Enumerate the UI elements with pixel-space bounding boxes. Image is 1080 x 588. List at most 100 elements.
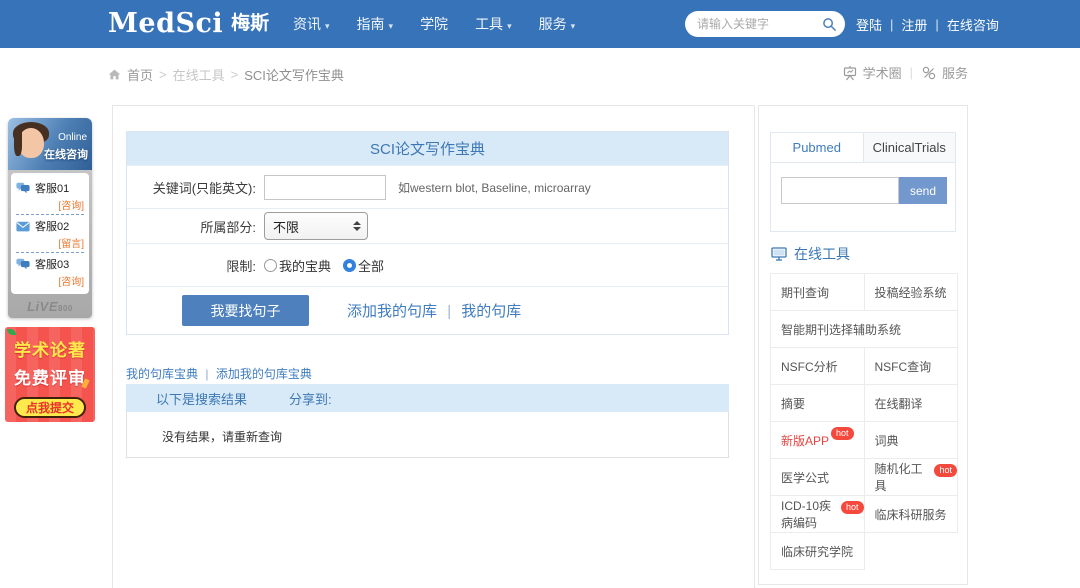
online-tools-heading: 在线工具 bbox=[771, 244, 850, 264]
online-tools-table: 期刊查询投稿经验系统智能期刊选择辅助系统NSFC分析NSFC查询摘要在线翻译新版… bbox=[770, 273, 958, 570]
top-header: MedSci梅斯 资讯▾指南▾学院工具▾服务▾ 登陆|注册|在线咨询 bbox=[0, 0, 1080, 48]
agent-action-link[interactable]: [留言] bbox=[16, 235, 84, 250]
pubmed-search-input[interactable] bbox=[781, 177, 899, 204]
medsci-logo[interactable]: MedSci梅斯 bbox=[108, 8, 269, 39]
free-review-banner[interactable]: 学术论著 免费评审 点我提交 bbox=[5, 327, 95, 422]
tool-link[interactable]: 摘要 bbox=[771, 385, 865, 422]
nav-item-3[interactable]: 工具▾ bbox=[475, 14, 512, 34]
tool-link[interactable]: 期刊查询 bbox=[771, 274, 865, 311]
tool-row-3: 摘要在线翻译 bbox=[771, 385, 958, 422]
breadcrumb-separator: > bbox=[231, 67, 239, 82]
radio-all[interactable]: 全部 bbox=[343, 256, 384, 275]
search-input[interactable] bbox=[697, 17, 822, 31]
section-select[interactable]: 不限 bbox=[264, 212, 368, 240]
consult-agent-0: 客服01[咨询] bbox=[16, 177, 84, 215]
tab-clinicaltrials[interactable]: ClinicalTrials bbox=[863, 133, 956, 162]
breadcrumb-tools[interactable]: 在线工具 bbox=[173, 65, 225, 84]
keyword-label: 关键词(只能英文): bbox=[127, 178, 264, 197]
mail-icon bbox=[16, 221, 30, 232]
nav-item-2[interactable]: 学院 bbox=[420, 14, 448, 34]
nav-item-4[interactable]: 服务▾ bbox=[539, 14, 576, 34]
breadcrumb: 首页 > 在线工具 > SCI论文写作宝典 bbox=[108, 65, 344, 84]
radio-icon bbox=[264, 259, 277, 272]
breadcrumb-bar: 首页 > 在线工具 > SCI论文写作宝典 学术圈 | 服务 bbox=[0, 48, 1080, 98]
nav-item-1[interactable]: 指南▾ bbox=[357, 14, 394, 34]
presentation-board-icon bbox=[842, 65, 858, 81]
consult-agent-1: 客服02[留言] bbox=[16, 215, 84, 253]
agent-action-link[interactable]: [咨询] bbox=[16, 197, 84, 212]
nav-item-0[interactable]: 资讯▾ bbox=[293, 14, 330, 34]
breadcrumb-separator: > bbox=[159, 67, 167, 82]
home-icon[interactable] bbox=[108, 68, 121, 81]
results-header-label: 以下是搜索结果 bbox=[156, 389, 247, 408]
send-button[interactable]: send bbox=[899, 177, 947, 204]
tool-row-7: 临床研究学院 bbox=[771, 533, 958, 570]
logo-text-cn: 梅斯 bbox=[231, 13, 269, 34]
tool-link[interactable]: 词典 bbox=[865, 422, 959, 459]
search-icon[interactable] bbox=[822, 17, 837, 32]
section-row: 所属部分: 不限 bbox=[127, 208, 728, 243]
limit-row: 限制: 我的宝典 全部 bbox=[127, 243, 728, 286]
tool-link[interactable]: 智能期刊选择辅助系统 bbox=[771, 311, 958, 348]
tool-row-5: 医学公式随机化工具hot bbox=[771, 459, 958, 496]
tool-cell-empty bbox=[865, 533, 959, 570]
radio-my-treasury[interactable]: 我的宝典 bbox=[264, 256, 331, 275]
academic-circle-link[interactable]: 学术圈 bbox=[842, 63, 902, 82]
consult-agent-2: 客服03[咨询] bbox=[16, 253, 84, 290]
form-title: SCI论文写作宝典 bbox=[127, 132, 728, 165]
right-sidebar: Pubmed ClinicalTrials send 在线工具 期刊查询投稿经验… bbox=[758, 105, 968, 585]
chat-bubble-icon bbox=[16, 258, 30, 270]
tool-link[interactable]: 临床研究学院 bbox=[771, 533, 865, 570]
tool-row-2: NSFC分析NSFC查询 bbox=[771, 348, 958, 385]
section-label: 所属部分: bbox=[127, 217, 264, 236]
header-link-1[interactable]: 注册 bbox=[901, 15, 927, 34]
my-library-treasury-link[interactable]: 我的句库宝典 bbox=[126, 367, 198, 381]
agent-action-link[interactable]: [咨询] bbox=[16, 273, 84, 288]
tool-link[interactable]: 新版APPhot bbox=[771, 422, 865, 459]
service-label: 服务 bbox=[942, 63, 968, 82]
tool-link[interactable]: 随机化工具hot bbox=[865, 459, 959, 496]
header-links: 登陆|注册|在线咨询 bbox=[856, 0, 999, 48]
online-consult-widget: Online 在线咨询 客服01[咨询]客服02[留言]客服03[咨询] LiV… bbox=[8, 118, 92, 318]
chat-bubble-icon bbox=[16, 182, 30, 194]
header-search[interactable] bbox=[685, 11, 845, 37]
breadcrumb-home[interactable]: 首页 bbox=[127, 65, 153, 84]
tool-link[interactable]: NSFC分析 bbox=[771, 348, 865, 385]
tool-link[interactable]: NSFC查询 bbox=[865, 348, 959, 385]
hot-badge: hot bbox=[934, 464, 957, 477]
header-link-0[interactable]: 登陆 bbox=[856, 15, 882, 34]
form-links: 添加我的句库 | 我的句库 bbox=[347, 300, 521, 321]
consult-agent-list: 客服01[咨询]客服02[留言]客服03[咨询] bbox=[11, 173, 89, 294]
results-header: 以下是搜索结果 分享到: bbox=[126, 384, 729, 412]
breadcrumb-current: SCI论文写作宝典 bbox=[244, 65, 344, 84]
tool-row-1: 智能期刊选择辅助系统 bbox=[771, 311, 958, 348]
service-link[interactable]: 服务 bbox=[921, 63, 968, 82]
tool-link[interactable]: 临床科研服务 bbox=[865, 496, 959, 533]
caret-down-icon: ▾ bbox=[571, 21, 576, 31]
tool-link[interactable]: ICD-10疾病编码hot bbox=[771, 496, 865, 533]
empty-results-text: 没有结果，请重新查询 bbox=[162, 430, 282, 444]
caret-down-icon: ▾ bbox=[389, 21, 394, 31]
limit-radio-group: 我的宝典 全部 bbox=[264, 256, 392, 275]
submit-banner-button[interactable]: 点我提交 bbox=[14, 397, 86, 418]
pubmed-search-box: Pubmed ClinicalTrials send bbox=[770, 132, 956, 232]
my-library-link[interactable]: 我的句库 bbox=[461, 303, 521, 320]
add-my-library-link[interactable]: 添加我的句库 bbox=[347, 303, 437, 320]
tool-row-4: 新版APPhot词典 bbox=[771, 422, 958, 459]
caret-down-icon: ▾ bbox=[325, 21, 330, 31]
tool-link[interactable]: 在线翻译 bbox=[865, 385, 959, 422]
tool-link[interactable]: 医学公式 bbox=[771, 459, 865, 496]
find-sentences-button[interactable]: 我要找句子 bbox=[182, 295, 309, 326]
header-link-2[interactable]: 在线咨询 bbox=[947, 15, 999, 34]
share-to-label: 分享到: bbox=[289, 389, 332, 408]
tab-pubmed[interactable]: Pubmed bbox=[771, 133, 863, 162]
keyword-input[interactable] bbox=[264, 175, 386, 200]
divider: | bbox=[890, 17, 893, 32]
limit-label: 限制: bbox=[127, 256, 264, 275]
add-library-treasury-link[interactable]: 添加我的句库宝典 bbox=[216, 367, 312, 381]
tool-link[interactable]: 投稿经验系统 bbox=[865, 274, 959, 311]
sci-writing-form: SCI论文写作宝典 关键词(只能英文): 如western blot, Base… bbox=[126, 131, 729, 335]
monitor-icon bbox=[771, 246, 788, 262]
action-row: 我要找句子 添加我的句库 | 我的句库 bbox=[127, 286, 728, 334]
agent-name: 客服03 bbox=[35, 256, 69, 272]
